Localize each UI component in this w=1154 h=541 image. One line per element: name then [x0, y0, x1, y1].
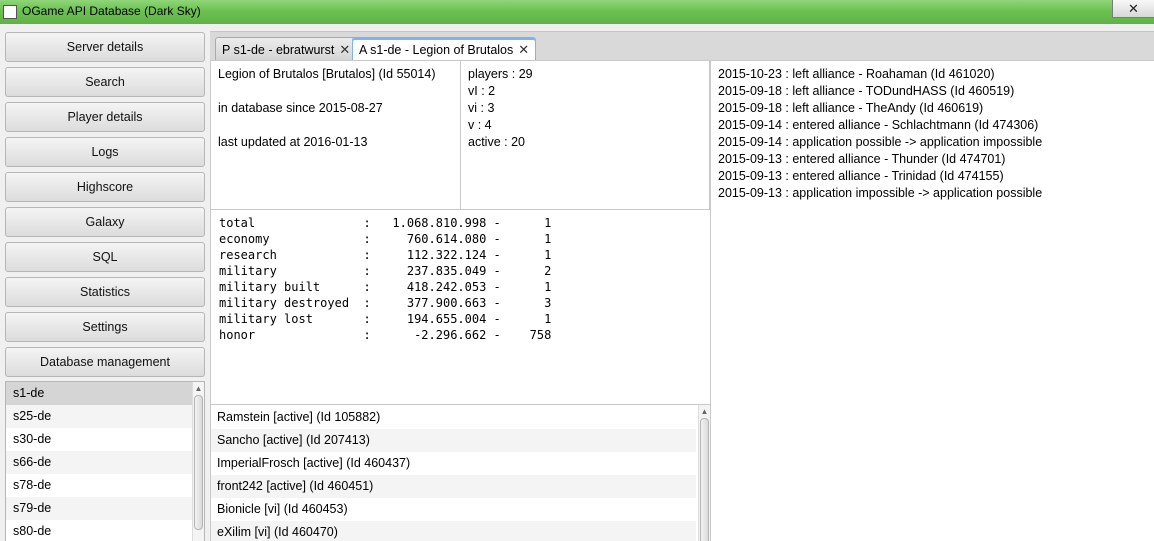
highscore-button[interactable]: Highscore [5, 172, 205, 202]
server-item-s79-de[interactable]: s79-de [6, 497, 193, 520]
log-entry: 2015-09-14 : entered alliance - Schlacht… [718, 118, 1039, 132]
log-entry: 2015-09-14 : application possible -> app… [718, 135, 1043, 149]
highscore-row-research: research : 112.322.124 - 1 [219, 248, 552, 262]
log-entry: 2015-09-13 : application impossible -> a… [718, 186, 1043, 200]
galaxy-button[interactable]: Galaxy [5, 207, 205, 237]
tab-close-icon[interactable]: ✕ [518, 42, 529, 58]
tab-player-ebratwurst[interactable]: P s1-de - ebratwurst ✕ [215, 37, 358, 61]
highscore-row-economy: economy : 760.614.080 - 1 [219, 232, 552, 246]
alliance-info-panel: Legion of Brutalos [Brutalos] (Id 55014)… [210, 60, 461, 210]
scrollbar-thumb[interactable] [194, 395, 203, 530]
player-details-button[interactable]: Player details [5, 102, 205, 132]
member-counts-panel: players : 29 vI : 2 vi : 3 v : 4 active … [460, 60, 710, 210]
server-item-s25-de[interactable]: s25-de [6, 405, 193, 428]
server-details-button[interactable]: Server details [5, 32, 205, 62]
scroll-up-arrow-icon[interactable]: ▲ [699, 406, 710, 417]
tab-close-icon[interactable]: ✕ [339, 42, 350, 58]
log-entry: 2015-10-23 : left alliance - Roahaman (I… [718, 67, 995, 81]
v-count: v : 4 [468, 118, 492, 132]
tab-label: A s1-de - Legion of Brutalos [359, 42, 514, 57]
member-list: Ramstein [active] (Id 105882) Sancho [ac… [210, 404, 711, 541]
member-item[interactable]: Bionicle [vi] (Id 460453) [211, 498, 696, 521]
highscore-row-total: total : 1.068.810.998 - 1 [219, 216, 552, 230]
statistics-button[interactable]: Statistics [5, 277, 205, 307]
window-titlebar: OGame API Database (Dark Sky) ✕ [0, 0, 1154, 24]
server-list-scrollbar[interactable]: ▲ [192, 382, 204, 541]
database-since: in database since 2015-08-27 [218, 101, 383, 115]
left-panel: Server details Search Player details Log… [0, 24, 210, 541]
alliance-name: Legion of Brutalos [Brutalos] (Id 55014) [218, 67, 436, 81]
member-item[interactable]: ImperialFrosch [active] (Id 460437) [211, 452, 696, 475]
highscore-row-honor: honor : -2.296.662 - 758 [219, 328, 552, 342]
logs-button[interactable]: Logs [5, 137, 205, 167]
log-entry: 2015-09-18 : left alliance - TheAndy (Id… [718, 101, 984, 115]
server-item-s80-de[interactable]: s80-de [6, 520, 193, 541]
member-item[interactable]: eXilim [vi] (Id 460470) [211, 521, 696, 541]
vi-count: vi : 3 [468, 101, 495, 115]
highscore-row-military-lost: military lost : 194.655.004 - 1 [219, 312, 552, 326]
tab-alliance-legion-of-brutalos[interactable]: A s1-de - Legion of Brutalos ✕ [352, 37, 537, 61]
log-entry: 2015-09-13 : entered alliance - Trinidad… [718, 169, 1004, 183]
scroll-up-arrow-icon[interactable]: ▲ [193, 383, 204, 394]
log-entry: 2015-09-13 : entered alliance - Thunder … [718, 152, 1006, 166]
search-button[interactable]: Search [5, 67, 205, 97]
highscore-row-military: military : 237.835.049 - 2 [219, 264, 552, 278]
players-count: players : 29 [468, 67, 533, 81]
member-item[interactable]: front242 [active] (Id 460451) [211, 475, 696, 498]
last-updated: last updated at 2016-01-13 [218, 135, 368, 149]
app-icon [3, 5, 17, 19]
tab-header: P s1-de - ebratwurst ✕ A s1-de - Legion … [210, 31, 1154, 61]
window-close-button[interactable]: ✕ [1112, 0, 1154, 18]
settings-button[interactable]: Settings [5, 312, 205, 342]
alliance-log-panel: 2015-10-23 : left alliance - Roahaman (I… [710, 60, 1154, 541]
vI-count: vI : 2 [468, 84, 496, 98]
server-list: s1-de s25-de s30-de s66-de s78-de s79-de… [5, 381, 205, 541]
member-item[interactable]: Ramstein [active] (Id 105882) [211, 406, 696, 429]
highscore-panel: total : 1.068.810.998 - 1 economy : 760.… [210, 209, 711, 405]
server-item-s78-de[interactable]: s78-de [6, 474, 193, 497]
window-title: OGame API Database (Dark Sky) [22, 4, 201, 18]
database-management-button[interactable]: Database management [5, 347, 205, 377]
sql-button[interactable]: SQL [5, 242, 205, 272]
highscore-row-military-built: military built : 418.242.053 - 1 [219, 280, 552, 294]
highscore-row-military-destroyed: military destroyed : 377.900.663 - 3 [219, 296, 552, 310]
log-entry: 2015-09-18 : left alliance - TODundHASS … [718, 84, 1015, 98]
tab-label: P s1-de - ebratwurst [222, 42, 335, 57]
scrollbar-thumb[interactable] [700, 418, 709, 541]
server-item-s66-de[interactable]: s66-de [6, 451, 193, 474]
server-item-s1-de[interactable]: s1-de [6, 382, 193, 405]
active-count: active : 20 [468, 135, 525, 149]
member-list-scrollbar[interactable]: ▲ [698, 405, 710, 541]
server-item-s30-de[interactable]: s30-de [6, 428, 193, 451]
member-item[interactable]: Sancho [active] (Id 207413) [211, 429, 696, 452]
